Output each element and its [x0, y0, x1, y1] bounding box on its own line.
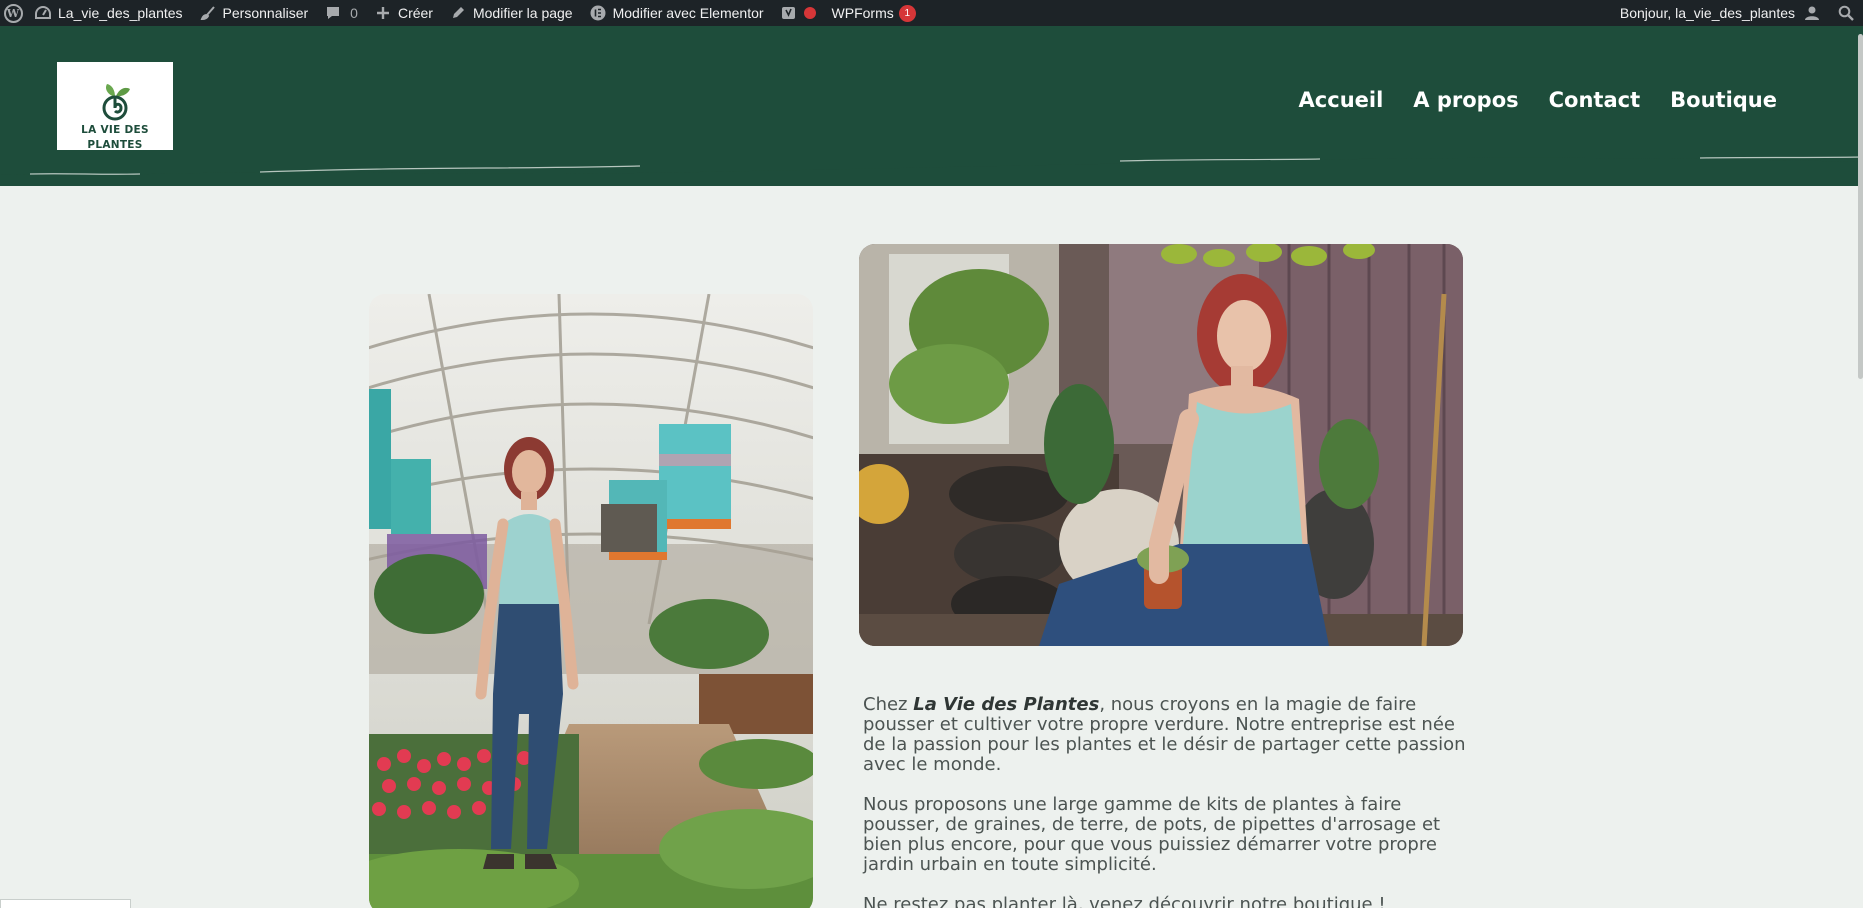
account-menu[interactable]: Bonjour, la_vie_des_plantes [1612, 0, 1829, 26]
header-wave-divider [0, 150, 1863, 176]
scrollbar-thumb[interactable] [1858, 34, 1863, 379]
admin-bar: W La_vie_des_plantes Personnaliser 0 Cré… [0, 0, 1863, 26]
search-icon [1837, 4, 1855, 22]
about-paragraph-2: Nous proposons une large gamme de kits d… [863, 794, 1441, 875]
customize-label: Personnaliser [222, 5, 309, 21]
plus-icon [374, 4, 392, 22]
wpforms-label: WPForms [831, 5, 894, 21]
about-p1-prefix: Chez [863, 694, 914, 715]
customize-brush-icon [199, 4, 217, 22]
site-name-link[interactable]: La_vie_des_plantes [26, 0, 191, 26]
main-nav: Accueil A propos Contact Boutique [1299, 88, 1777, 112]
wordpress-icon[interactable]: W [0, 0, 26, 26]
create-link[interactable]: Créer [366, 0, 441, 26]
about-paragraph-3: Ne restez pas planter là, venez découvri… [863, 894, 1386, 908]
wpforms-badge: 1 [898, 4, 916, 22]
site-name-label: La_vie_des_plantes [58, 5, 183, 21]
nav-item-contact[interactable]: Contact [1549, 88, 1641, 112]
about-paragraph-1: Chez La Vie des Plantes, nous croyons en… [863, 695, 1473, 775]
search-button[interactable] [1829, 0, 1863, 26]
cookie-widget-edge[interactable] [0, 899, 131, 908]
wpforms-link[interactable]: WPForms 1 [824, 0, 924, 26]
elementor-icon [589, 4, 607, 22]
nav-item-boutique[interactable]: Boutique [1670, 88, 1777, 112]
greeting-label: Bonjour, la_vie_des_plantes [1619, 5, 1795, 21]
user-icon [1803, 4, 1821, 22]
edit-elementor-link[interactable]: Modifier avec Elementor [581, 0, 772, 26]
comment-icon [324, 4, 342, 22]
yoast-menu[interactable] [772, 0, 824, 26]
nav-item-a-propos[interactable]: A propos [1413, 88, 1518, 112]
pencil-icon [449, 4, 467, 22]
customize-link[interactable]: Personnaliser [191, 0, 317, 26]
woman-with-plant-photo [859, 244, 1463, 646]
comments-link[interactable]: 0 [316, 0, 366, 26]
edit-page-link[interactable]: Modifier la page [441, 0, 581, 26]
logo-line-1: LA VIE DES [81, 124, 149, 136]
sprout-logo-icon [102, 84, 130, 121]
yoast-icon [780, 4, 798, 22]
status-dot-icon [803, 7, 816, 19]
edit-elementor-label: Modifier avec Elementor [612, 5, 764, 21]
comments-count: 0 [350, 5, 358, 21]
nav-item-accueil[interactable]: Accueil [1299, 88, 1384, 112]
edit-page-label: Modifier la page [472, 5, 573, 21]
about-brand-name: La Vie des Plantes [913, 694, 1100, 715]
create-label: Créer [397, 5, 433, 21]
dashboard-icon [34, 4, 52, 22]
logo-text: LA VIE DES PLANTES [65, 123, 165, 153]
greenhouse-photo [369, 294, 813, 908]
about-text: Chez La Vie des Plantes, nous croyons en… [863, 695, 1473, 908]
